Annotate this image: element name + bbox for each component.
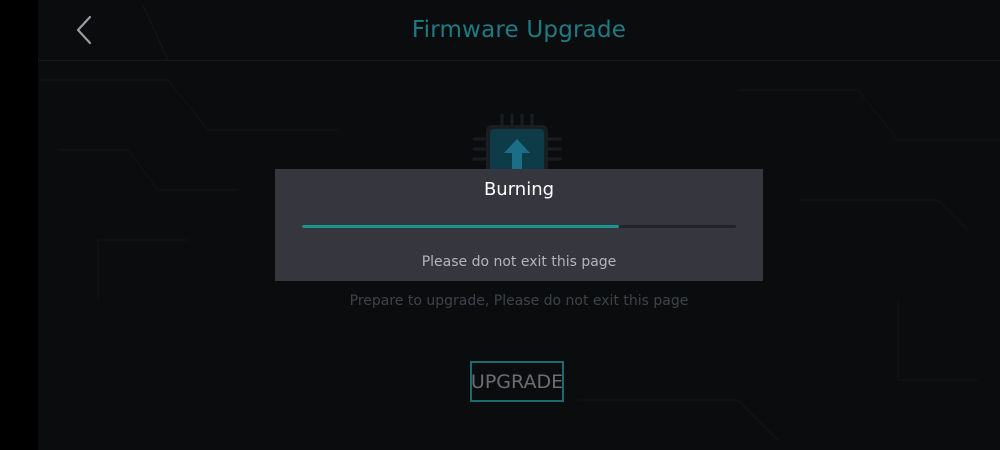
dialog-message: Please do not exit this page (421, 254, 617, 270)
prepare-upgrade-text: Prepare to upgrade, Please do not exit t… (349, 293, 689, 309)
left-bezel (0, 0, 38, 450)
page-title: Firmware Upgrade (411, 17, 627, 43)
dialog-title: Burning (483, 179, 555, 200)
upgrade-button[interactable]: UPGRADE (470, 361, 564, 402)
screen: Firmware Upgrade Prepare to upgrade, Ple… (0, 0, 1000, 450)
progress-bar-fill (302, 225, 619, 228)
progress-bar (302, 225, 736, 228)
header: Firmware Upgrade (38, 0, 1000, 61)
burning-dialog: Burning Please do not exit this page (275, 169, 763, 281)
